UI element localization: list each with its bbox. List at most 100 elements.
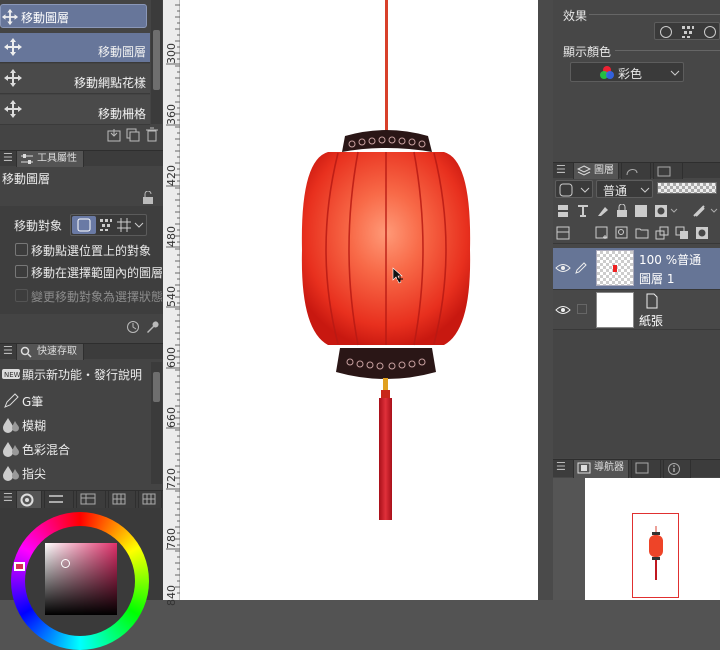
- color-picker-marker[interactable]: [61, 559, 70, 568]
- option-checkbox-1[interactable]: [15, 265, 28, 278]
- reset-icon[interactable]: [126, 320, 140, 334]
- move-icon: [1, 8, 19, 26]
- rgb-circles-icon: [600, 66, 614, 79]
- tool-property-header: ☰ 工具屬性: [0, 150, 163, 167]
- layer-name: 圖層 1: [639, 272, 675, 286]
- move-icon: [4, 69, 22, 87]
- chevron-down-icon: [580, 187, 590, 193]
- tab-layer-search[interactable]: [653, 163, 683, 179]
- tab-sub-view[interactable]: [631, 460, 661, 478]
- move-target-selector[interactable]: [70, 214, 147, 236]
- navigator-view[interactable]: [553, 478, 720, 600]
- menu-icon[interactable]: ☰: [3, 344, 13, 357]
- option-label-2: 變更移動對象為選擇狀態: [31, 290, 164, 304]
- mask-layer-icon[interactable]: [695, 226, 709, 240]
- tab-info[interactable]: [663, 460, 691, 478]
- tab-layers[interactable]: 圖層: [573, 163, 619, 179]
- grid-target-icon[interactable]: [117, 218, 131, 232]
- tone-effect-icon[interactable]: [681, 25, 695, 39]
- duplicate-icon[interactable]: [126, 128, 140, 142]
- tab-color-wheel[interactable]: [16, 491, 42, 509]
- quick-access-item[interactable]: NEW 顯示新功能・發行說明: [0, 362, 152, 386]
- import-icon[interactable]: [107, 128, 121, 142]
- circle-outline-effect-icon[interactable]: [703, 25, 717, 39]
- sliders-icon: [21, 154, 33, 164]
- menu-icon[interactable]: ☰: [556, 163, 566, 176]
- lock-icon[interactable]: [616, 204, 628, 218]
- ref-layer-icon[interactable]: [576, 204, 590, 218]
- menu-icon[interactable]: ☰: [3, 491, 13, 504]
- lock-icon[interactable]: [142, 191, 154, 204]
- new-raster-layer-icon[interactable]: [595, 226, 609, 240]
- clip-icon[interactable]: [556, 204, 570, 218]
- quick-access-scrollbar[interactable]: [151, 362, 162, 484]
- chevron-down-icon[interactable]: [670, 208, 678, 214]
- divider: [615, 50, 720, 51]
- option-label-1: 移動在選擇範圍內的圖層: [31, 266, 164, 280]
- layer-list-empty: [553, 330, 720, 458]
- mask-icon[interactable]: [654, 204, 668, 218]
- tab-quick-access[interactable]: 快速存取: [16, 344, 84, 360]
- sub-tool-scrollbar[interactable]: [151, 0, 162, 124]
- merge-icon[interactable]: [675, 226, 689, 240]
- circle-effect-icon[interactable]: [659, 25, 673, 39]
- tab-approximate-color[interactable]: [138, 491, 162, 509]
- tab-navigator[interactable]: 導航器: [573, 460, 629, 478]
- new-badge-icon: NEW: [2, 369, 20, 379]
- option-checkbox-2[interactable]: [15, 289, 28, 302]
- quick-access-item[interactable]: 色彩混合: [0, 437, 152, 461]
- chevron-down-icon[interactable]: [710, 208, 718, 214]
- trash-icon[interactable]: [145, 127, 159, 142]
- tab-color-slider[interactable]: [44, 491, 74, 509]
- layer-thumbnail[interactable]: [596, 250, 634, 286]
- sub-tool-move-layer[interactable]: 移動圖層: [0, 33, 150, 63]
- tab-tool-property[interactable]: 工具屬性: [16, 151, 84, 167]
- blend-drop-icon: [3, 442, 19, 457]
- opacity-slider[interactable]: [657, 182, 717, 194]
- eye-icon[interactable]: [555, 304, 571, 316]
- tab-layer-property[interactable]: [621, 163, 651, 179]
- wrench-icon[interactable]: [145, 320, 159, 334]
- effect-label: 效果: [563, 9, 588, 23]
- draft-icon[interactable]: [596, 204, 610, 218]
- scrollbar-thumb[interactable]: [153, 372, 160, 402]
- layer-edit-box[interactable]: [577, 304, 587, 314]
- pencil-icon[interactable]: [574, 261, 588, 275]
- display-color-select[interactable]: 彩色: [570, 62, 684, 82]
- quick-access-label: 指尖: [22, 467, 47, 481]
- menu-icon[interactable]: ☰: [556, 460, 566, 473]
- quick-access-item[interactable]: G筆: [0, 389, 152, 413]
- menu-icon[interactable]: ☰: [3, 151, 13, 164]
- saturation-value-square[interactable]: [45, 543, 117, 615]
- sub-tool-selected-top[interactable]: 移動圖層: [0, 4, 147, 28]
- target-layer-button[interactable]: [72, 216, 96, 234]
- new-folder-icon[interactable]: [635, 226, 649, 240]
- canvas-scroll-gutter[interactable]: [538, 0, 553, 600]
- hue-marker[interactable]: [14, 562, 25, 571]
- option-checkbox-0[interactable]: [15, 243, 28, 256]
- lock-alpha-icon[interactable]: [634, 204, 648, 218]
- chevron-down-icon[interactable]: [134, 221, 144, 229]
- scrollbar-thumb[interactable]: [153, 30, 160, 90]
- ruler-link-icon[interactable]: [692, 204, 706, 218]
- blend-mode-select[interactable]: 普通: [596, 180, 653, 198]
- sub-tool-move-tone[interactable]: 移動網點花樣: [0, 64, 150, 94]
- layer-row[interactable]: 100 %普通 圖層 1: [553, 248, 720, 290]
- tab-color-set[interactable]: [76, 491, 106, 509]
- blur-drop-icon: [3, 418, 19, 433]
- layer-row[interactable]: 紙張: [553, 290, 720, 330]
- new-vector-layer-icon[interactable]: [615, 226, 629, 240]
- quick-access-item[interactable]: 模糊: [0, 413, 152, 437]
- divider: [589, 14, 720, 15]
- effect-buttons[interactable]: [654, 22, 720, 40]
- layer-thumbnail[interactable]: [596, 292, 634, 328]
- quick-access-item[interactable]: 指尖: [0, 461, 152, 485]
- tone-target-icon[interactable]: [99, 218, 113, 232]
- drawing-canvas[interactable]: [180, 0, 538, 600]
- transfer-down-icon[interactable]: [655, 226, 669, 240]
- eye-icon[interactable]: [555, 262, 571, 274]
- layer-color-toggle[interactable]: [555, 180, 593, 198]
- sub-tool-move-grid[interactable]: 移動柵格: [0, 95, 150, 125]
- layer-settings-icon[interactable]: [556, 226, 570, 240]
- tab-intermediate-color[interactable]: [108, 491, 136, 509]
